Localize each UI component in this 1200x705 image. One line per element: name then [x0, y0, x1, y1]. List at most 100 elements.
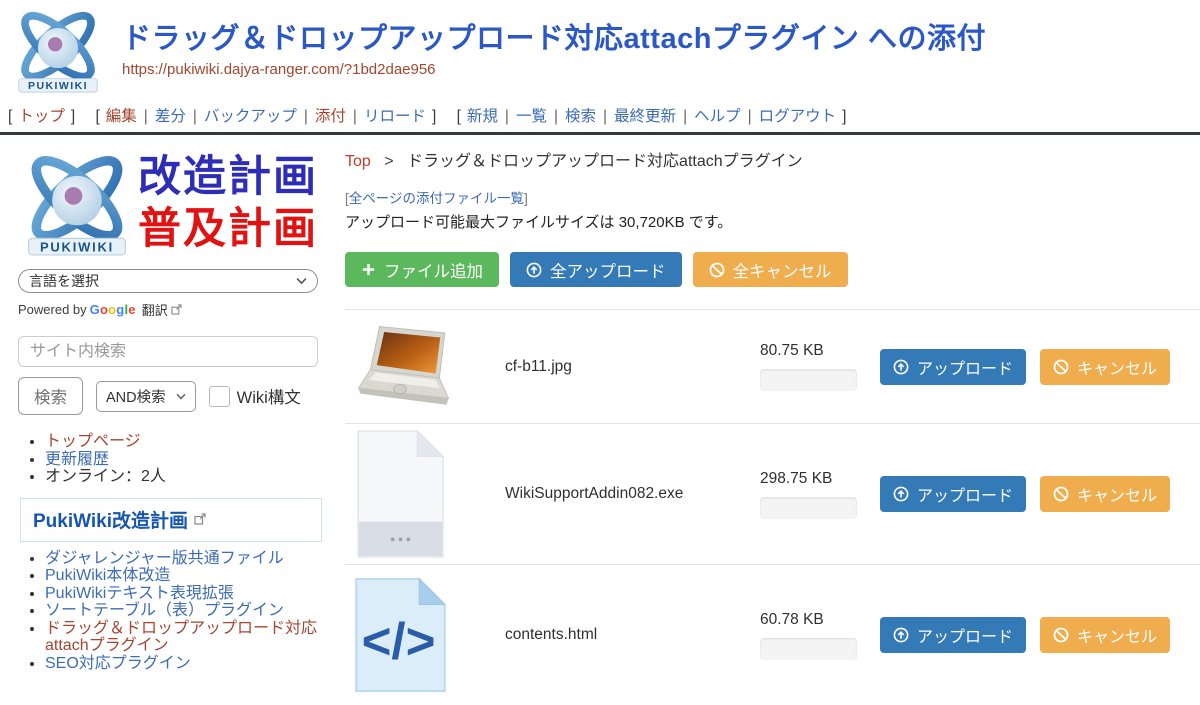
sidebar-link-toppage[interactable]: トップページ	[45, 433, 141, 450]
list-item: ソートテーブル（表）プラグイン	[45, 602, 322, 620]
sidebar-link-history[interactable]: 更新履歴	[45, 451, 109, 468]
site-search-input[interactable]	[18, 336, 318, 367]
file-size: 60.78 KB	[760, 611, 880, 629]
svg-text:</>: </>	[362, 613, 436, 670]
language-select-value: 言語を選択	[29, 271, 99, 291]
sidebar-plugin-links: ダジャレンジャー版共通ファイル PukiWiki本体改造 PukiWikiテキス…	[18, 550, 322, 673]
bracket: ]	[524, 191, 528, 206]
separator: |	[144, 108, 148, 125]
upload-progress-bar	[760, 497, 857, 519]
sidebar-link-common-files[interactable]: ダジャレンジャー版共通ファイル	[45, 550, 284, 567]
all-attachments-link[interactable]: 全ページの添付ファイル一覧	[349, 191, 524, 206]
sidebar-link-dnd-attach[interactable]: ドラッグ＆ドロップアップロード対応attachプラグイン	[45, 620, 317, 655]
file-name: cf-b11.jpg	[495, 358, 760, 376]
list-item: ダジャレンジャー版共通ファイル	[45, 550, 322, 568]
sidebar-quick-links: トップページ 更新履歴 オンライン：2人	[18, 433, 322, 486]
main-content: Top > ドラッグ＆ドロップアップロード対応attachプラグイン [全ページ…	[330, 135, 1200, 705]
sidebar-link-text-ext[interactable]: PukiWikiテキスト表現拡張	[45, 585, 234, 602]
file-name: contents.html	[495, 626, 760, 644]
bracket: ]	[842, 108, 846, 125]
nav-edit-link[interactable]: 編集	[106, 108, 137, 125]
ban-icon	[1053, 359, 1069, 375]
sidebar-site-logo[interactable]: 改造計画 普及計画	[18, 147, 322, 259]
language-select[interactable]: 言語を選択	[18, 269, 318, 293]
separator: |	[748, 108, 752, 125]
nav-reload-link[interactable]: リロード	[364, 108, 426, 125]
nav-help-link[interactable]: ヘルプ	[694, 108, 741, 125]
list-item: PukiWiki本体改造	[45, 567, 322, 585]
page-url: https://pukiwiki.dajya-ranger.com/?1bd2d…	[122, 61, 986, 78]
separator: |	[193, 108, 197, 125]
max-upload-size-text: アップロード可能最大ファイルサイズは 30,720KB です。	[345, 211, 1200, 232]
upload-file-list: cf-b11.jpg 80.75 KB アップロード	[345, 309, 1200, 705]
cancel-all-button[interactable]: 全キャンセル	[693, 252, 848, 287]
separator: |	[683, 108, 687, 125]
ban-icon	[1053, 627, 1069, 643]
list-item: オンライン：2人	[45, 468, 322, 486]
ban-icon	[709, 262, 725, 278]
generic-file-icon	[353, 428, 448, 560]
ban-icon	[1053, 486, 1069, 502]
sidebar-section-title[interactable]: PukiWiki改造計画	[20, 498, 322, 542]
nav-top-link[interactable]: トップ	[18, 108, 65, 125]
list-item: SEO対応プラグイン	[45, 655, 322, 673]
html-code-file-icon: </>	[353, 576, 448, 694]
nav-logout-link[interactable]: ログアウト	[759, 108, 837, 125]
file-thumbnail	[345, 321, 495, 413]
bulk-action-buttons: ファイル追加 全アップロード 全キャンセル	[345, 252, 1200, 287]
cancel-button[interactable]: キャンセル	[1040, 476, 1170, 512]
upload-progress-bar	[760, 638, 857, 660]
upload-progress-bar	[760, 369, 857, 391]
upload-button[interactable]: アップロード	[880, 617, 1026, 653]
sidebar-link-core-mod[interactable]: PukiWiki本体改造	[45, 567, 170, 584]
breadcrumb-top-link[interactable]: Top	[345, 153, 371, 170]
wiki-syntax-checkbox[interactable]	[209, 386, 230, 407]
nav-new-link[interactable]: 新規	[467, 108, 498, 125]
google-logo: Google	[90, 302, 136, 317]
attach-list-line: [全ページの添付ファイル一覧]	[345, 187, 1200, 207]
nav-diff-link[interactable]: 差分	[155, 108, 186, 125]
logo-text-line1: 改造計画	[138, 151, 318, 203]
nav-attach-link[interactable]: 添付	[315, 108, 346, 125]
translate-link[interactable]: 翻訳	[142, 300, 168, 319]
separator: |	[304, 108, 308, 125]
powered-by-text: Powered by	[18, 302, 87, 317]
upload-button[interactable]: アップロード	[880, 476, 1026, 512]
upload-button[interactable]: アップロード	[880, 349, 1026, 385]
file-row: cf-b11.jpg 80.75 KB アップロード	[345, 309, 1200, 423]
plus-icon	[361, 262, 376, 277]
arrow-up-circle-icon	[526, 262, 542, 278]
sidebar-link-sort-table[interactable]: ソートテーブル（表）プラグイン	[45, 602, 284, 619]
top-navigation: [トップ] [編集|差分|バックアップ|添付|リロード] [新規|一覧|検索|最…	[0, 99, 1200, 132]
add-files-button[interactable]: ファイル追加	[345, 252, 499, 287]
separator: |	[505, 108, 509, 125]
file-row: </> contents.html 60.78 KB アップロード	[345, 564, 1200, 705]
nav-search-link[interactable]: 検索	[565, 108, 596, 125]
nav-list-link[interactable]: 一覧	[516, 108, 547, 125]
file-thumbnail: </>	[345, 576, 495, 694]
laptop-photo-thumbnail	[353, 321, 465, 413]
google-translate-attribution: Powered by Google 翻訳	[18, 300, 322, 319]
atom-logo-icon	[10, 6, 106, 94]
chevron-down-icon	[176, 393, 186, 400]
breadcrumb-current: ドラッグ＆ドロップアップロード対応attachプラグイン	[407, 153, 803, 170]
cancel-button[interactable]: キャンセル	[1040, 349, 1170, 385]
list-item: 更新履歴	[45, 451, 322, 469]
bracket: [	[95, 108, 99, 125]
sidebar-link-seo[interactable]: SEO対応プラグイン	[45, 655, 191, 672]
nav-recent-link[interactable]: 最終更新	[614, 108, 676, 125]
upload-all-button[interactable]: 全アップロード	[510, 252, 682, 287]
nav-backup-link[interactable]: バックアップ	[204, 108, 297, 125]
breadcrumb: Top > ドラッグ＆ドロップアップロード対応attachプラグイン	[345, 147, 1200, 171]
upload-label: アップロード	[917, 482, 1013, 506]
search-button[interactable]: 検索	[18, 377, 83, 415]
external-link-icon	[194, 513, 206, 525]
atom-logo-icon	[18, 147, 136, 259]
pukiwiki-logo[interactable]	[10, 6, 106, 99]
search-mode-select[interactable]: AND検索	[96, 381, 196, 412]
arrow-up-circle-icon	[893, 627, 909, 643]
add-files-label: ファイル追加	[384, 258, 483, 282]
upload-label: アップロード	[917, 355, 1013, 379]
cancel-button[interactable]: キャンセル	[1040, 617, 1170, 653]
sidebar: 改造計画 普及計画 言語を選択 Powered by Google 翻訳 検索 …	[0, 135, 330, 705]
